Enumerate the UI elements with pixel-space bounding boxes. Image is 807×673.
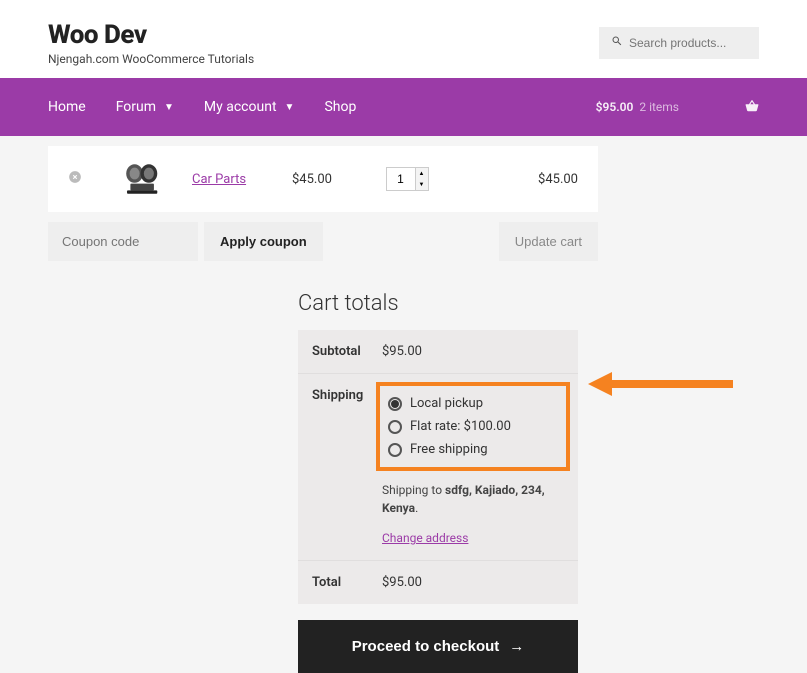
- chevron-down-icon: ▼: [285, 102, 295, 113]
- shipping-option-flat-rate[interactable]: Flat rate: $100.00: [388, 419, 558, 434]
- site-subtitle: Njengah.com WooCommerce Tutorials: [48, 52, 254, 66]
- search-input[interactable]: [629, 36, 747, 50]
- shipping-option-free-shipping[interactable]: Free shipping: [388, 442, 558, 457]
- shipping-option-local-pickup[interactable]: Local pickup: [388, 396, 558, 411]
- remove-item-icon[interactable]: [68, 170, 82, 188]
- radio-checked-icon: [388, 397, 402, 411]
- cart-amount: $95.00: [596, 100, 634, 114]
- arrow-right-icon: →: [509, 638, 524, 655]
- quantity-stepper[interactable]: ▲ ▼: [386, 167, 429, 191]
- product-name-link[interactable]: Car Parts: [192, 172, 292, 187]
- nav-item-home[interactable]: Home: [48, 99, 86, 115]
- change-address-link[interactable]: Change address: [382, 531, 468, 545]
- coupon-row: Apply coupon Update cart: [48, 222, 598, 261]
- shipping-highlight-box: Local pickup Flat rate: $100.00 Free shi…: [376, 382, 570, 471]
- search-box[interactable]: [599, 27, 759, 59]
- cart-summary[interactable]: $95.00 2 items: [596, 99, 759, 116]
- quantity-down-button[interactable]: ▼: [416, 179, 428, 190]
- proceed-to-checkout-button[interactable]: Proceed to checkout →: [298, 620, 578, 673]
- update-cart-button[interactable]: Update cart: [499, 222, 598, 261]
- cart-item-row: Car Parts $45.00 ▲ ▼ $45.00: [48, 146, 598, 212]
- shipping-destination: Shipping to sdfg, Kajiado, 234, Kenya.: [382, 481, 564, 517]
- site-title: Woo Dev: [48, 20, 254, 50]
- coupon-input[interactable]: [48, 222, 198, 261]
- cart-totals: Cart totals Subtotal $95.00 Shipping Loc…: [298, 291, 578, 673]
- quantity-input[interactable]: [387, 168, 415, 190]
- nav-item-forum[interactable]: Forum▼: [116, 99, 174, 115]
- total-value: $95.00: [382, 575, 564, 590]
- basket-icon: [685, 99, 759, 116]
- nav-item-my-account[interactable]: My account▼: [204, 99, 295, 115]
- cart-item-count: 2 items: [639, 100, 679, 114]
- cart-totals-title: Cart totals: [298, 291, 578, 316]
- product-thumbnail[interactable]: [122, 160, 164, 198]
- apply-coupon-button[interactable]: Apply coupon: [204, 222, 323, 261]
- main-nav: Home Forum▼ My account▼ Shop $95.00 2 it…: [0, 78, 807, 136]
- subtotal-label: Subtotal: [312, 344, 382, 359]
- chevron-down-icon: ▼: [164, 102, 174, 113]
- annotation-arrow: [588, 369, 738, 399]
- quantity-up-button[interactable]: ▲: [416, 168, 428, 179]
- radio-icon: [388, 420, 402, 434]
- nav-item-shop[interactable]: Shop: [324, 99, 356, 115]
- item-price: $45.00: [292, 172, 362, 187]
- radio-icon: [388, 443, 402, 457]
- subtotal-value: $95.00: [382, 344, 564, 359]
- brand: Woo Dev Njengah.com WooCommerce Tutorial…: [48, 20, 254, 66]
- item-subtotal: $45.00: [518, 172, 578, 187]
- shipping-label: Shipping: [312, 388, 382, 403]
- search-icon: [611, 35, 629, 51]
- total-label: Total: [312, 575, 382, 590]
